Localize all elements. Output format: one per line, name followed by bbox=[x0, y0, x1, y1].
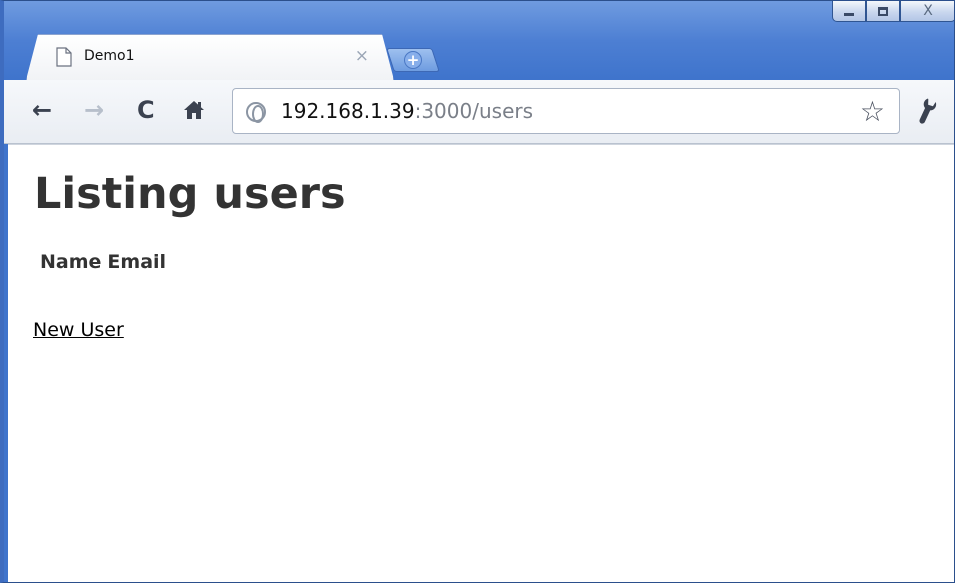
tab-close-icon[interactable]: × bbox=[355, 46, 369, 66]
new-tab-icon: + bbox=[404, 51, 422, 69]
globe-icon bbox=[246, 102, 266, 123]
reload-icon[interactable]: C bbox=[137, 98, 155, 122]
column-header-name: Name bbox=[40, 251, 102, 273]
users-table: Name Email bbox=[37, 249, 169, 275]
browser-toolbar: ← → C 192.168.1.39:3000/users ☆ bbox=[4, 80, 954, 144]
page-content: Listing users Name Email New User bbox=[8, 144, 954, 582]
new-user-link[interactable]: New User bbox=[33, 319, 124, 341]
minimize-icon bbox=[844, 12, 854, 16]
close-window-button[interactable]: X bbox=[900, 1, 954, 22]
browser-window: X Demo1 × + ← → C 192.168.1.39:3000/user… bbox=[0, 0, 955, 583]
column-header-email: Email bbox=[107, 251, 167, 273]
bookmark-star-icon[interactable]: ☆ bbox=[860, 95, 885, 128]
table-header-row: Name Email bbox=[37, 249, 169, 275]
tab-title: Demo1 bbox=[84, 48, 135, 64]
page-title: Listing users bbox=[34, 169, 346, 219]
tab-demo1[interactable]: Demo1 × bbox=[26, 34, 394, 80]
home-icon-graphic bbox=[184, 101, 204, 119]
minimize-button[interactable] bbox=[832, 1, 866, 22]
maximize-icon bbox=[878, 6, 888, 16]
page-icon bbox=[56, 47, 72, 67]
close-window-icon: X bbox=[923, 3, 933, 19]
maximize-button[interactable] bbox=[866, 1, 900, 22]
new-tab-button[interactable]: + bbox=[386, 48, 440, 72]
url-host: 192.168.1.39 bbox=[281, 99, 415, 123]
forward-arrow-icon[interactable]: → bbox=[84, 98, 104, 122]
address-bar[interactable]: 192.168.1.39:3000/users ☆ bbox=[232, 88, 900, 134]
window-controls: X bbox=[832, 1, 954, 22]
back-arrow-icon[interactable]: ← bbox=[32, 98, 52, 122]
home-icon[interactable] bbox=[182, 98, 206, 126]
url-path: :3000/users bbox=[414, 99, 534, 123]
address-bar-url[interactable]: 192.168.1.39:3000/users bbox=[281, 99, 533, 123]
